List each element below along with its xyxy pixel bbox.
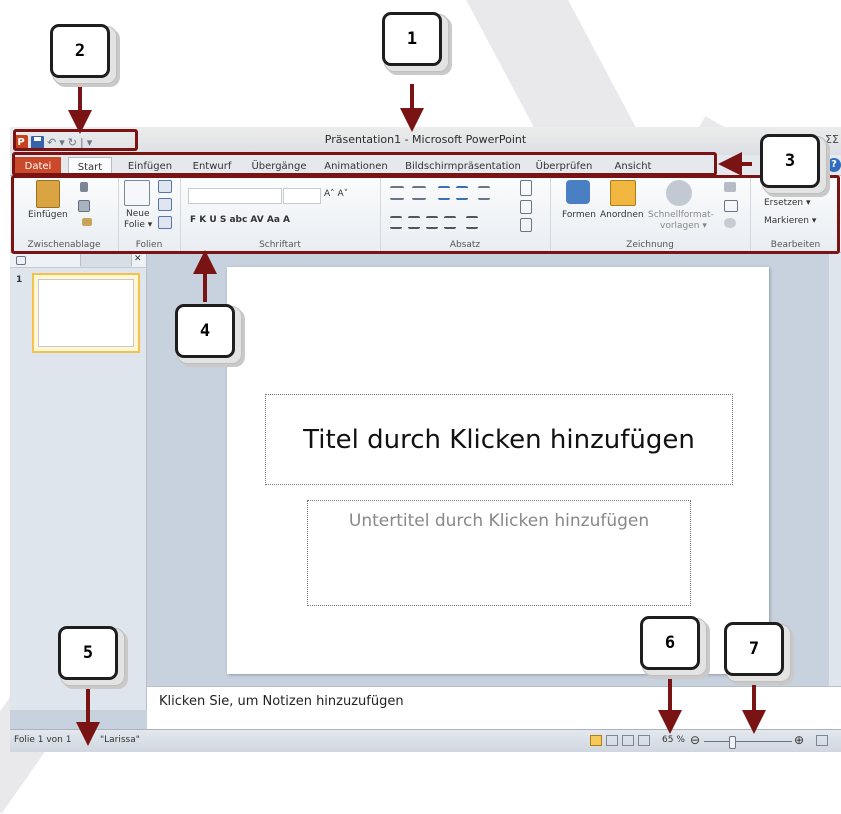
notes-pane[interactable]: Klicken Sie, um Notizen hinzuzufügen bbox=[147, 686, 841, 729]
callout-number: 2 bbox=[50, 24, 110, 78]
callout-1: 1 bbox=[382, 12, 452, 75]
callout-5: 5 bbox=[58, 626, 128, 689]
vertical-scrollbar[interactable] bbox=[829, 253, 841, 686]
slide-thumbnail-content bbox=[38, 279, 134, 347]
callout-number: 3 bbox=[760, 134, 820, 188]
callout-number: 5 bbox=[58, 626, 118, 680]
callout-number: 7 bbox=[724, 622, 784, 676]
highlight-tab-bar bbox=[12, 152, 717, 176]
callout-6: 6 bbox=[640, 616, 710, 679]
fit-to-window-icon[interactable] bbox=[816, 735, 828, 746]
subtitle-placeholder-text: Untertitel durch Klicken hinzufügen bbox=[348, 511, 650, 531]
slide-sorter-view-icon[interactable] bbox=[606, 735, 618, 746]
callout-4: 4 bbox=[175, 304, 245, 367]
notes-placeholder: Klicken Sie, um Notizen hinzuzufügen bbox=[159, 694, 404, 709]
slide-number: 1 bbox=[16, 275, 23, 285]
slide-canvas[interactable]: Titel durch Klicken hinzufügen Untertite… bbox=[227, 267, 769, 674]
pane-tabs: ✕ bbox=[10, 253, 146, 268]
highlight-ribbon bbox=[11, 175, 840, 254]
slideshow-view-icon[interactable] bbox=[638, 735, 650, 746]
status-bar: Folie 1 von 1 "Larissa" 65 % ⊖ ⊕ bbox=[10, 729, 841, 752]
title-placeholder[interactable]: Titel durch Klicken hinzufügen bbox=[265, 394, 733, 485]
outline-tab-icon[interactable] bbox=[80, 253, 132, 267]
callout-number: 4 bbox=[175, 304, 235, 358]
slide-thumbnail[interactable] bbox=[32, 273, 140, 353]
highlight-quick-access bbox=[13, 129, 138, 151]
theme-name: "Larissa" bbox=[100, 735, 140, 745]
callout-number: 1 bbox=[382, 12, 442, 66]
callout-3: 3 bbox=[760, 134, 830, 197]
zoom-in-icon[interactable]: ⊕ bbox=[794, 733, 804, 747]
zoom-slider-track[interactable] bbox=[704, 741, 792, 742]
slides-tab-icon[interactable] bbox=[16, 256, 26, 265]
slide-counter: Folie 1 von 1 bbox=[14, 735, 72, 745]
close-pane-icon[interactable]: ✕ bbox=[134, 254, 142, 264]
normal-view-icon[interactable] bbox=[590, 735, 602, 746]
callout-2: 2 bbox=[50, 24, 120, 87]
zoom-out-icon[interactable]: ⊖ bbox=[690, 733, 700, 747]
subtitle-placeholder[interactable]: Untertitel durch Klicken hinzufügen bbox=[307, 500, 691, 606]
zoom-slider-thumb[interactable] bbox=[728, 736, 736, 749]
reading-view-icon[interactable] bbox=[622, 735, 634, 746]
zoom-level[interactable]: 65 % bbox=[662, 735, 685, 745]
callout-7: 7 bbox=[724, 622, 794, 685]
callout-number: 6 bbox=[640, 616, 700, 670]
